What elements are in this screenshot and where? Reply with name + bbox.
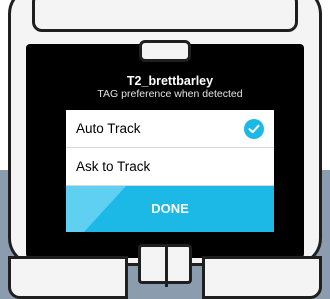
device-bottom-clip <box>138 244 192 287</box>
dialog-title: T2_brettbarley <box>126 74 214 88</box>
done-button[interactable]: DONE <box>66 186 274 232</box>
option-ask-to-track-label: Ask to Track <box>76 159 151 174</box>
done-button-label: DONE <box>151 201 189 216</box>
clip-divider <box>165 247 168 287</box>
tag-preference-dialog: T2_brettbarley TAG preference when detec… <box>66 70 274 232</box>
rail-left <box>8 256 128 299</box>
option-auto-track[interactable]: Auto Track <box>66 110 274 148</box>
dialog-header: T2_brettbarley TAG preference when detec… <box>66 70 274 110</box>
device-top-clip <box>139 40 191 62</box>
rail-right <box>202 256 322 299</box>
check-circle-icon <box>244 119 264 139</box>
option-auto-track-label: Auto Track <box>76 121 141 136</box>
device-top-tab <box>32 0 298 32</box>
dialog-subtitle: TAG preference when detected <box>97 88 243 100</box>
option-ask-to-track[interactable]: Ask to Track <box>66 148 274 186</box>
